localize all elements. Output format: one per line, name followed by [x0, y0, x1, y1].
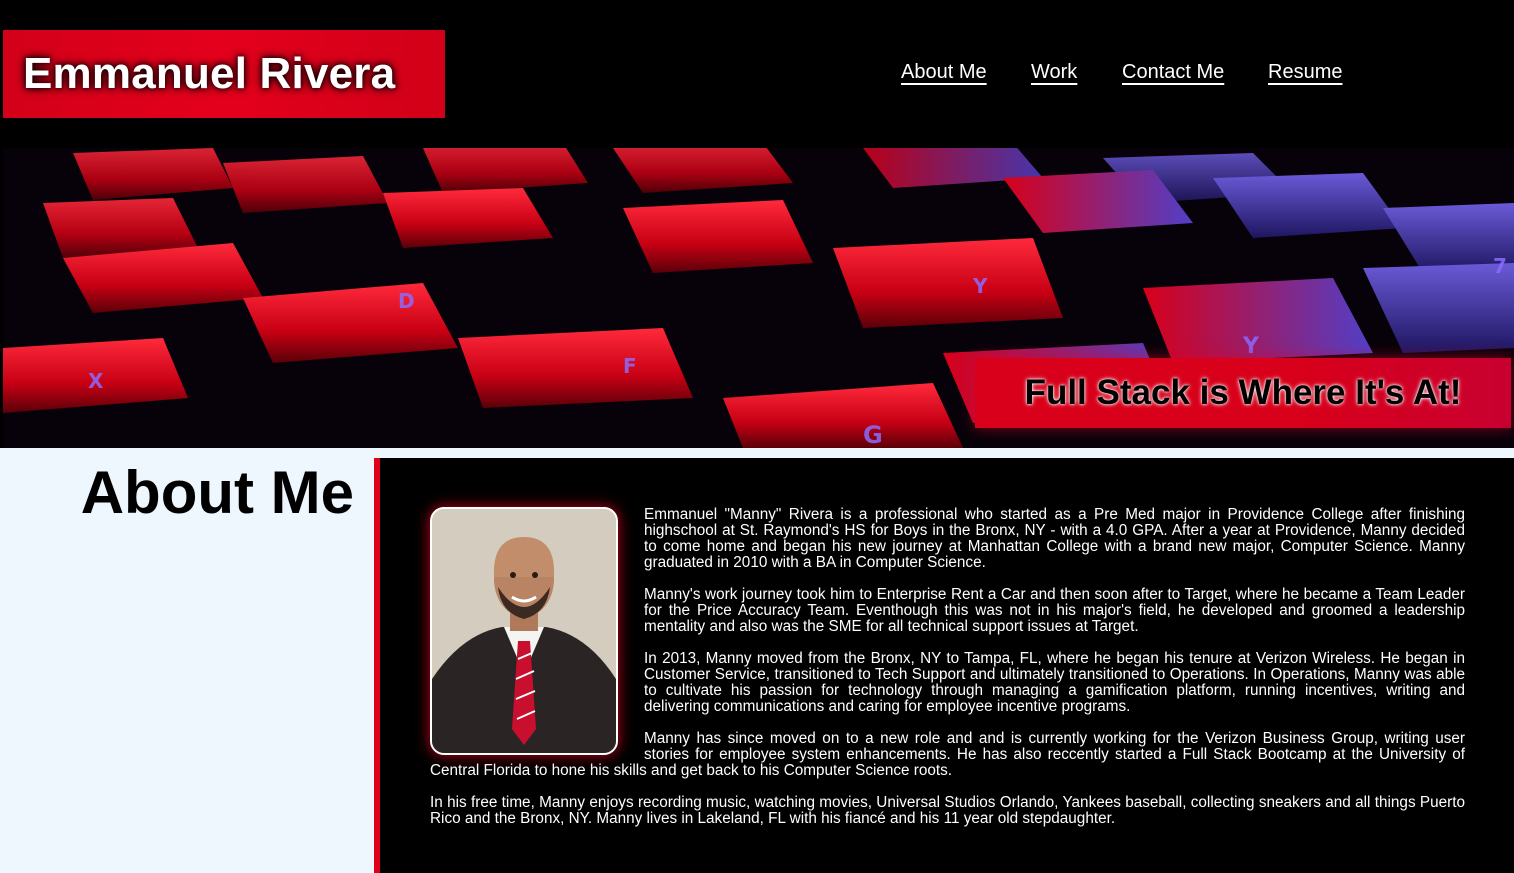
key-f-label: F: [623, 354, 637, 378]
tagline-text: Full Stack is Where It's At!: [1024, 373, 1462, 412]
site-title: Emmanuel Rivera: [23, 49, 396, 98]
nav-resume-link[interactable]: Resume: [1268, 61, 1342, 84]
key-7-label: 7: [1493, 254, 1507, 278]
hero-banner: X D F G Y Y 7 Full Stack is Where It's A…: [3, 148, 1514, 448]
key-y-label: Y: [972, 274, 988, 298]
key-x-label: X: [88, 369, 104, 393]
key-y-label-2: Y: [1242, 334, 1260, 359]
about-sidebar: About Me: [0, 458, 374, 873]
about-content: Emmanuel "Manny" Rivera is a professiona…: [380, 458, 1514, 873]
nav-work-link[interactable]: Work: [1031, 61, 1077, 84]
about-heading: About Me: [80, 459, 354, 526]
section-divider: [0, 448, 1514, 458]
key-d-label: D: [398, 289, 415, 313]
nav-about-me-link[interactable]: About Me: [901, 61, 987, 84]
brand-banner: Emmanuel Rivera: [3, 30, 445, 118]
nav-contact-me-link[interactable]: Contact Me: [1122, 61, 1224, 84]
about-paragraph-5: In his free time, Manny enjoys recording…: [430, 794, 1465, 827]
key-g-label: G: [863, 421, 883, 448]
tagline-banner: Full Stack is Where It's At!: [975, 358, 1511, 428]
profile-photo: [430, 507, 618, 755]
person-portrait-icon: [432, 509, 616, 753]
site-header: Emmanuel Rivera About Me Work Contact Me…: [0, 0, 1514, 148]
about-text-area: Emmanuel "Manny" Rivera is a professiona…: [430, 507, 1465, 843]
